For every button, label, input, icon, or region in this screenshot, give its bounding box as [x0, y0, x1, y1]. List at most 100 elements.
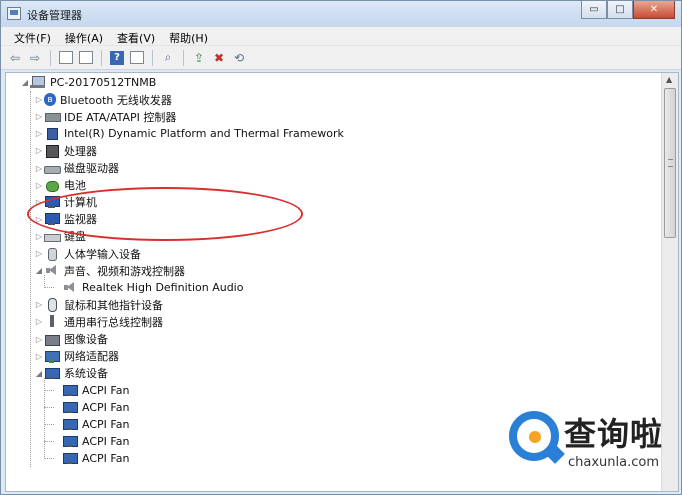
collapsed-arrow-icon[interactable]: ▷	[34, 232, 44, 241]
tree-category[interactable]: ◢ 声音、视频和游戏控制器	[34, 262, 185, 279]
help-icon[interactable]: ?	[109, 50, 125, 66]
collapsed-arrow-icon[interactable]: ▷	[34, 215, 44, 224]
intel-icon	[44, 127, 60, 141]
system-icon	[62, 435, 78, 448]
system-icon	[44, 367, 60, 380]
tree-item-label: 图像设备	[64, 333, 108, 346]
tree-item-label: 人体学输入设备	[64, 247, 141, 261]
view-icon[interactable]	[129, 50, 145, 66]
tree-item-label: 处理器	[64, 144, 97, 158]
tree-item-label: 网络适配器	[64, 350, 119, 364]
tree-category[interactable]: ◢ 系统设备	[34, 365, 108, 382]
expanded-arrow-icon[interactable]: ◢	[34, 369, 44, 378]
close-button[interactable]: ✕	[633, 1, 675, 19]
tree-category[interactable]: ▷ IDE ATA/ATAPI 控制器	[34, 108, 176, 125]
tree-item-label: ACPI Fan	[82, 418, 130, 431]
collapsed-arrow-icon[interactable]: ▷	[34, 300, 44, 309]
monitor-icon	[44, 212, 60, 226]
scrollbar-thumb[interactable]	[664, 88, 676, 238]
tree-item-label: 鼠标和其他指针设备	[64, 298, 163, 312]
watermark-text: 查询啦	[564, 415, 664, 453]
device-manager-window: 设备管理器 ▭ □ ✕ 文件(F) 操作(A) 查看(V) 帮助(H) ⇦ ⇨ …	[0, 0, 682, 495]
window-controls: ▭ □ ✕	[581, 1, 675, 19]
system-icon	[62, 384, 78, 397]
tree-item-label: 计算机	[64, 196, 97, 210]
tree-category[interactable]: ▷ 网络适配器	[34, 348, 119, 365]
tree-root[interactable]: ◢ PC-20170512TNMB	[20, 74, 156, 91]
tree-device[interactable]: Realtek High Definition Audio	[52, 279, 243, 296]
tree-item-label: Intel(R) Dynamic Platform and Thermal Fr…	[64, 127, 344, 141]
window-title: 设备管理器	[27, 9, 82, 22]
collapsed-arrow-icon[interactable]: ▷	[34, 317, 44, 326]
tree-category[interactable]: ▷ 处理器	[34, 142, 97, 159]
processor-icon	[44, 144, 60, 159]
collapsed-arrow-icon[interactable]: ▷	[34, 112, 44, 121]
maximize-button[interactable]: □	[607, 1, 633, 19]
menu-bar: 文件(F) 操作(A) 查看(V) 帮助(H)	[1, 27, 681, 46]
tree-category[interactable]: ▷ 通用串行总线控制器	[34, 313, 163, 330]
collapsed-arrow-icon[interactable]: ▷	[34, 181, 44, 190]
tree-category[interactable]: ▷ ʙ Bluetooth 无线收发器	[34, 91, 172, 108]
toolbar-separator	[183, 49, 184, 66]
menu-action[interactable]: 操作(A)	[58, 27, 110, 45]
collapsed-arrow-icon[interactable]: ▷	[34, 146, 44, 155]
expanded-arrow-icon[interactable]: ◢	[34, 266, 44, 275]
menu-help[interactable]: 帮助(H)	[162, 27, 215, 45]
minimize-button[interactable]: ▭	[581, 1, 607, 19]
watermark-logo: 查询啦 chaxunla.com	[504, 405, 680, 481]
tree-item-label: 磁盘驱动器	[64, 162, 119, 175]
keyboard-icon	[44, 230, 61, 243]
tree-device[interactable]: ACPI Fan	[52, 416, 129, 433]
tree-device[interactable]: ACPI Fan	[52, 382, 129, 399]
menu-file[interactable]: 文件(F)	[7, 27, 58, 45]
collapsed-arrow-icon[interactable]: ▷	[34, 352, 44, 361]
tree-category[interactable]: ▷ 计算机	[34, 194, 97, 211]
tree-item-label: ACPI Fan	[82, 383, 130, 397]
tree-category[interactable]: ▷ 图像设备	[34, 331, 108, 348]
watermark-url: chaxunla.com	[568, 455, 659, 470]
collapsed-arrow-icon[interactable]: ▷	[34, 95, 44, 104]
usb-icon	[44, 315, 60, 328]
update-driver-icon[interactable]: ⇪	[191, 50, 207, 66]
ide-icon	[44, 110, 61, 123]
tree-item-label: 键盘	[64, 230, 86, 244]
show-hidden-icon[interactable]	[78, 50, 94, 66]
expanded-arrow-icon[interactable]: ◢	[20, 78, 30, 87]
scan-hardware-icon[interactable]: ⌕	[160, 50, 176, 66]
uninstall-device-icon[interactable]: ⟲	[231, 50, 247, 66]
scroll-up-arrow-icon[interactable]: ▲	[666, 75, 672, 84]
sound-icon	[44, 264, 60, 277]
collapsed-arrow-icon[interactable]: ▷	[34, 164, 44, 173]
back-arrow-icon[interactable]: ⇦	[7, 50, 23, 66]
disable-device-icon[interactable]: ✖	[211, 50, 227, 66]
properties-icon[interactable]	[58, 50, 74, 66]
tree-category[interactable]: ▷ 监视器	[34, 211, 97, 228]
tree-item-label: PC-20170512TNMB	[50, 76, 157, 89]
collapsed-arrow-icon[interactable]: ▷	[34, 129, 44, 138]
mouse-icon	[44, 298, 60, 313]
tree-item-label: Realtek High Definition Audio	[82, 281, 244, 295]
collapsed-arrow-icon[interactable]: ▷	[34, 198, 44, 207]
tree-device[interactable]: ACPI Fan	[52, 450, 129, 467]
tree-category[interactable]: ▷ 鼠标和其他指针设备	[34, 296, 163, 313]
imaging-icon	[44, 333, 60, 346]
tree-category[interactable]: ▷ 磁盘驱动器	[34, 160, 119, 177]
tree-device[interactable]: ACPI Fan	[52, 399, 129, 416]
tree-category[interactable]: ▷ 键盘	[34, 228, 86, 245]
tree-item-label: ACPI Fan	[82, 435, 130, 449]
sound-icon	[62, 281, 78, 294]
minimize-icon: ▭	[589, 4, 599, 15]
system-icon	[62, 418, 78, 431]
system-icon	[62, 452, 78, 465]
tree-category[interactable]: ▷ 人体学输入设备	[34, 245, 141, 262]
tree-category[interactable]: ▷ 电池	[34, 177, 86, 194]
forward-arrow-icon[interactable]: ⇨	[27, 50, 43, 66]
tree-category[interactable]: ▷ Intel(R) Dynamic Platform and Thermal F…	[34, 125, 344, 142]
collapsed-arrow-icon[interactable]: ▷	[34, 335, 44, 344]
tree-device[interactable]: ACPI Fan	[52, 433, 129, 450]
pc-icon	[30, 76, 46, 89]
device-manager-icon	[7, 7, 21, 20]
menu-view[interactable]: 查看(V)	[110, 27, 162, 45]
collapsed-arrow-icon[interactable]: ▷	[34, 249, 44, 258]
system-icon	[62, 401, 78, 414]
